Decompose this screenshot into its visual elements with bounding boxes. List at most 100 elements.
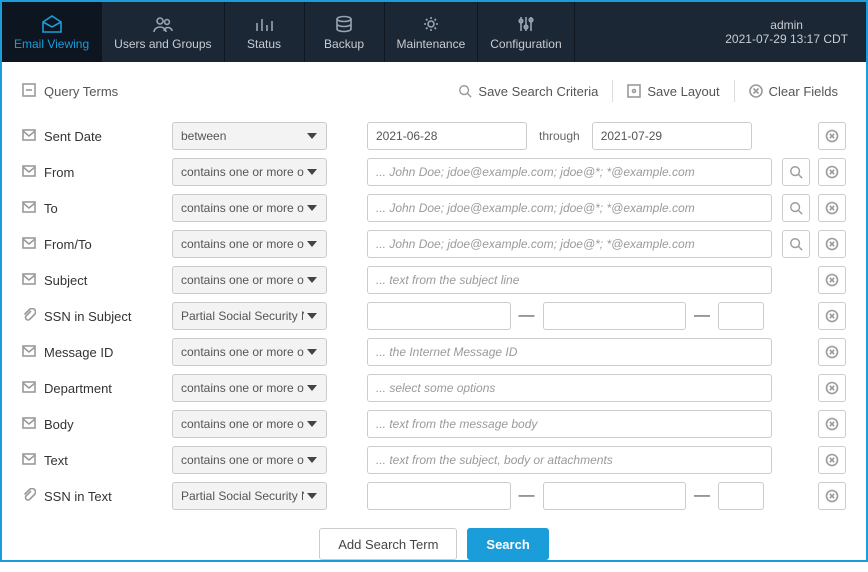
search-button[interactable]: Search bbox=[467, 528, 548, 560]
nav-maintenance[interactable]: Maintenance bbox=[385, 2, 479, 62]
save-layout-button[interactable]: Save Layout bbox=[619, 84, 727, 99]
input-message-id[interactable] bbox=[367, 338, 772, 366]
op-to[interactable]: contains one or more of bbox=[172, 194, 327, 222]
op-ssn-text[interactable]: Partial Social Security Number bbox=[172, 482, 327, 510]
nav-configuration[interactable]: Configuration bbox=[478, 2, 574, 62]
database-icon bbox=[334, 14, 354, 34]
row-body: Body contains one or more of bbox=[22, 410, 846, 438]
attachment-icon bbox=[22, 488, 36, 505]
query-toolbar: Query Terms Save Search Criteria Save La… bbox=[2, 62, 866, 102]
nav-email-viewing[interactable]: Email Viewing bbox=[2, 2, 102, 62]
label-message-id: Message ID bbox=[44, 345, 113, 360]
through-label: through bbox=[535, 129, 584, 143]
input-ssn1[interactable] bbox=[367, 302, 511, 330]
lookup-button[interactable] bbox=[782, 194, 810, 222]
nav-label: Configuration bbox=[490, 37, 561, 51]
row-ssn-text: SSN in Text Partial Social Security Numb… bbox=[22, 482, 846, 510]
op-sent-date[interactable]: between bbox=[172, 122, 327, 150]
op-subject[interactable]: contains one or more of bbox=[172, 266, 327, 294]
clear-fields-label: Clear Fields bbox=[769, 84, 838, 99]
input-text[interactable] bbox=[367, 446, 772, 474]
op-from-to[interactable]: contains one or more of bbox=[172, 230, 327, 258]
input-ssn3[interactable] bbox=[718, 482, 764, 510]
op-from[interactable]: contains one or more of bbox=[172, 158, 327, 186]
nav-status[interactable]: Status bbox=[225, 2, 305, 62]
lookup-button[interactable] bbox=[782, 230, 810, 258]
nav-label: Backup bbox=[324, 37, 364, 51]
op-text[interactable]: contains one or more of bbox=[172, 446, 327, 474]
input-from[interactable] bbox=[367, 158, 772, 186]
remove-row-button[interactable] bbox=[818, 302, 846, 330]
attachment-icon bbox=[22, 308, 36, 325]
nav-users-groups[interactable]: Users and Groups bbox=[102, 2, 224, 62]
op-department[interactable]: contains one or more of bbox=[172, 374, 327, 402]
remove-row-button[interactable] bbox=[818, 194, 846, 222]
query-terms-toggle[interactable]: Query Terms bbox=[22, 83, 118, 100]
row-ssn-subject: SSN in Subject Partial Social Security N… bbox=[22, 302, 846, 330]
row-sent-date: Sent Date between through bbox=[22, 122, 846, 150]
remove-row-button[interactable] bbox=[818, 410, 846, 438]
input-from-to[interactable] bbox=[367, 230, 772, 258]
row-message-id: Message ID contains one or more of bbox=[22, 338, 846, 366]
label-subject: Subject bbox=[44, 273, 87, 288]
form-actions: Add Search Term Search bbox=[22, 528, 846, 560]
row-from: From contains one or more of bbox=[22, 158, 846, 186]
gear-icon bbox=[421, 14, 441, 34]
op-message-id[interactable]: contains one or more of bbox=[172, 338, 327, 366]
row-to: To contains one or more of bbox=[22, 194, 846, 222]
op-ssn-subject[interactable]: Partial Social Security Number bbox=[172, 302, 327, 330]
row-subject: Subject contains one or more of bbox=[22, 266, 846, 294]
envelope-icon bbox=[22, 381, 36, 396]
input-date-from[interactable] bbox=[367, 122, 527, 150]
nav-label: Maintenance bbox=[397, 37, 466, 51]
input-ssn1[interactable] bbox=[367, 482, 511, 510]
nav-backup[interactable]: Backup bbox=[305, 2, 385, 62]
envelope-icon bbox=[22, 165, 36, 180]
envelope-icon bbox=[22, 201, 36, 216]
remove-row-button[interactable] bbox=[818, 266, 846, 294]
nav-label: Users and Groups bbox=[114, 37, 211, 51]
input-department[interactable] bbox=[367, 374, 772, 402]
nav-timestamp: 2021-07-29 13:17 CDT bbox=[725, 32, 848, 46]
clear-fields-button[interactable]: Clear Fields bbox=[741, 84, 846, 99]
input-to[interactable] bbox=[367, 194, 772, 222]
remove-row-button[interactable] bbox=[818, 338, 846, 366]
nav-label: Status bbox=[247, 37, 281, 51]
lookup-button[interactable] bbox=[782, 158, 810, 186]
envelope-icon bbox=[22, 345, 36, 360]
op-body[interactable]: contains one or more of bbox=[172, 410, 327, 438]
query-terms-label: Query Terms bbox=[44, 84, 118, 99]
dash: — bbox=[519, 487, 535, 505]
remove-row-button[interactable] bbox=[818, 446, 846, 474]
dash: — bbox=[519, 307, 535, 325]
label-to: To bbox=[44, 201, 58, 216]
save-search-button[interactable]: Save Search Criteria bbox=[450, 84, 606, 99]
remove-row-button[interactable] bbox=[818, 374, 846, 402]
collapse-icon bbox=[22, 83, 36, 100]
input-date-to[interactable] bbox=[592, 122, 752, 150]
remove-row-button[interactable] bbox=[818, 158, 846, 186]
input-subject[interactable] bbox=[367, 266, 772, 294]
nav-user-block: admin 2021-07-29 13:17 CDT bbox=[707, 2, 866, 62]
remove-row-button[interactable] bbox=[818, 230, 846, 258]
input-ssn2[interactable] bbox=[543, 302, 687, 330]
input-ssn2[interactable] bbox=[543, 482, 687, 510]
label-from: From bbox=[44, 165, 74, 180]
row-department: Department contains one or more of bbox=[22, 374, 846, 402]
nav-username: admin bbox=[770, 18, 803, 32]
remove-row-button[interactable] bbox=[818, 122, 846, 150]
label-body: Body bbox=[44, 417, 74, 432]
envelope-open-icon bbox=[41, 14, 63, 34]
envelope-icon bbox=[22, 417, 36, 432]
label-sent-date: Sent Date bbox=[44, 129, 102, 144]
dash: — bbox=[694, 307, 710, 325]
input-body[interactable] bbox=[367, 410, 772, 438]
envelope-icon bbox=[22, 453, 36, 468]
query-form: Sent Date between through From contains … bbox=[2, 102, 866, 572]
save-search-label: Save Search Criteria bbox=[478, 84, 598, 99]
input-ssn3[interactable] bbox=[718, 302, 764, 330]
envelope-icon bbox=[22, 237, 36, 252]
add-search-term-button[interactable]: Add Search Term bbox=[319, 528, 457, 560]
label-department: Department bbox=[44, 381, 112, 396]
remove-row-button[interactable] bbox=[818, 482, 846, 510]
